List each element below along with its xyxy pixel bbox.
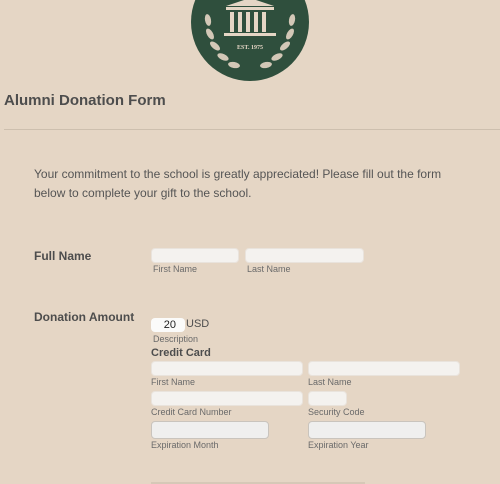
- security-code-input[interactable]: [308, 391, 347, 406]
- first-name-input[interactable]: [151, 248, 239, 263]
- donation-amount-input[interactable]: 20: [151, 318, 185, 332]
- donation-amount-label: Donation Amount: [34, 310, 135, 324]
- currency-label: USD: [186, 318, 210, 330]
- credit-card-title: Credit Card: [151, 347, 211, 359]
- expiration-month-sublabel: Expiration Month: [151, 440, 219, 450]
- full-name-label: Full Name: [34, 249, 92, 263]
- last-name-sublabel: Last Name: [247, 264, 291, 274]
- expiration-year-sublabel: Expiration Year: [308, 440, 369, 450]
- expiration-month-select[interactable]: [151, 421, 269, 439]
- school-logo: EST. 1975: [191, 0, 309, 81]
- card-number-input[interactable]: [151, 391, 303, 406]
- logo-est-text: EST. 1975: [237, 45, 263, 51]
- divider: [4, 129, 500, 130]
- form-intro: Your commitment to the school is greatly…: [34, 167, 442, 200]
- expiration-year-select[interactable]: [308, 421, 426, 439]
- last-name-input[interactable]: [245, 248, 364, 263]
- cc-first-name-input[interactable]: [151, 361, 303, 376]
- cc-last-name-sublabel: Last Name: [308, 377, 352, 387]
- first-name-sublabel: First Name: [153, 264, 198, 274]
- form-title: Alumni Donation Form: [4, 92, 166, 109]
- cc-last-name-input[interactable]: [308, 361, 460, 376]
- card-number-sublabel: Credit Card Number: [151, 407, 232, 417]
- security-code-sublabel: Security Code: [308, 407, 365, 417]
- cc-first-name-sublabel: First Name: [151, 377, 196, 387]
- description-sublabel: Description: [153, 334, 199, 344]
